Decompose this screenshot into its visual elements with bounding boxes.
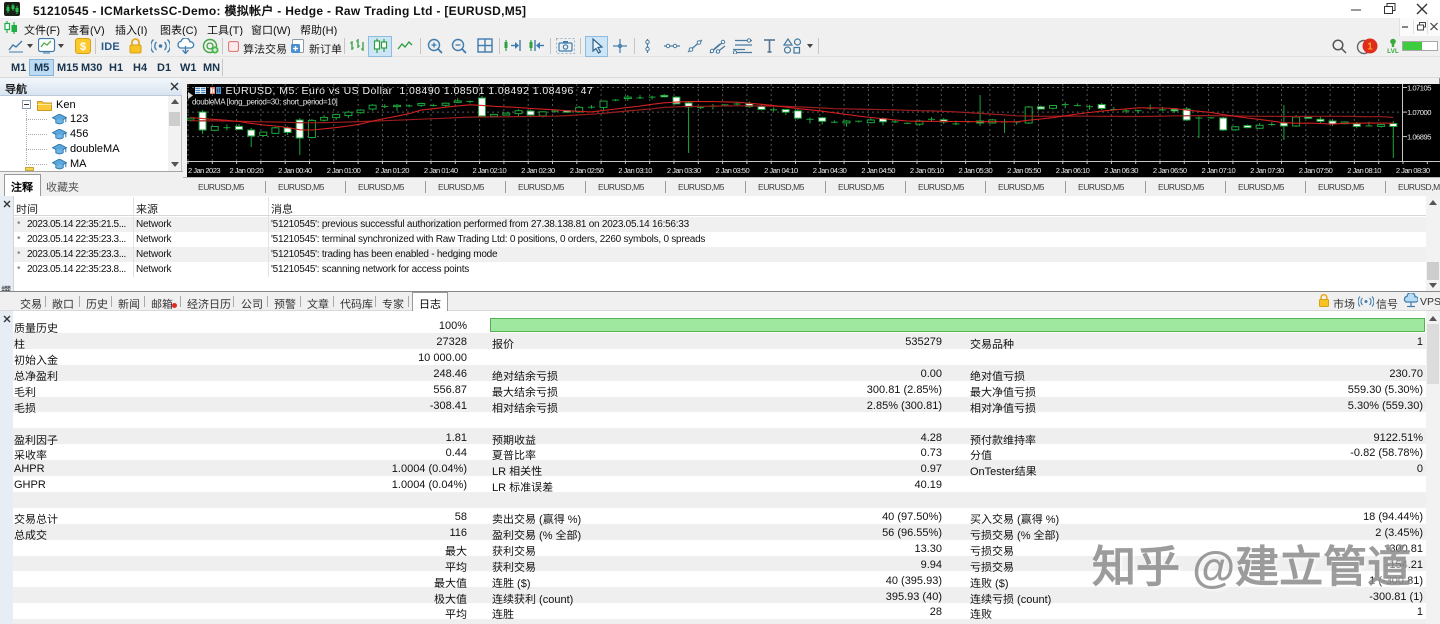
svg-text:1: 1 (1367, 42, 1373, 53)
svg-text:2 Jan 05:50: 2 Jan 05:50 (1007, 166, 1041, 175)
svg-text:2 Jan 02:10: 2 Jan 02:10 (473, 166, 507, 175)
svg-text:2 Jan 07:50: 2 Jan 07:50 (1299, 166, 1333, 175)
svg-text:2 Jan 02:30: 2 Jan 02:30 (521, 166, 555, 175)
svg-text:2 Jan 03:10: 2 Jan 03:10 (618, 166, 652, 175)
svg-text:2 Jan 06:50: 2 Jan 06:50 (1153, 166, 1187, 175)
svg-text:2 Jan 05:30: 2 Jan 05:30 (959, 166, 993, 175)
svg-text:1.06895: 1.06895 (1407, 133, 1431, 142)
svg-text:2 Jan 04:30: 2 Jan 04:30 (813, 166, 847, 175)
svg-text:2 Jan 03:50: 2 Jan 03:50 (716, 166, 750, 175)
svg-text:EURUSD, M5: Euro vs US Dollar: EURUSD, M5: Euro vs US Dollar 1.08490 1.… (226, 85, 594, 97)
svg-text:2 Jan 01:20: 2 Jan 01:20 (375, 166, 409, 175)
svg-text:2 Jan 05:10: 2 Jan 05:10 (910, 166, 944, 175)
svg-text:2 Jan 2023: 2 Jan 2023 (188, 166, 220, 175)
svg-text:1.07105: 1.07105 (1407, 84, 1431, 93)
svg-text:2 Jan 07:10: 2 Jan 07:10 (1202, 166, 1236, 175)
svg-text:2 Jan 03:30: 2 Jan 03:30 (667, 166, 701, 175)
svg-text:2 Jan 04:50: 2 Jan 04:50 (861, 166, 895, 175)
svg-text:2 Jan 01:00: 2 Jan 01:00 (327, 166, 361, 175)
svg-text:2 Jan 00:40: 2 Jan 00:40 (278, 166, 312, 175)
svg-text:2 Jan 08:30: 2 Jan 08:30 (1396, 166, 1430, 175)
svg-text:2 Jan 02:50: 2 Jan 02:50 (570, 166, 604, 175)
svg-text:2 Jan 01:40: 2 Jan 01:40 (424, 166, 458, 175)
svg-text:2 Jan 04:10: 2 Jan 04:10 (764, 166, 798, 175)
svg-text:2 Jan 07:30: 2 Jan 07:30 (1250, 166, 1284, 175)
svg-text:1.07000: 1.07000 (1407, 108, 1431, 117)
svg-text:LVL: LVL (1387, 48, 1399, 55)
svg-text:2 Jan 06:30: 2 Jan 06:30 (1104, 166, 1138, 175)
svg-text:doubleMA [long_period=30; shor: doubleMA [long_period=30; short_period=1… (192, 98, 338, 107)
svg-text:2 Jan 06:10: 2 Jan 06:10 (1056, 166, 1090, 175)
svg-text:$: $ (80, 41, 86, 53)
svg-text:2 Jan 00:20: 2 Jan 00:20 (230, 166, 264, 175)
svg-text:2 Jan 08:10: 2 Jan 08:10 (1347, 166, 1381, 175)
